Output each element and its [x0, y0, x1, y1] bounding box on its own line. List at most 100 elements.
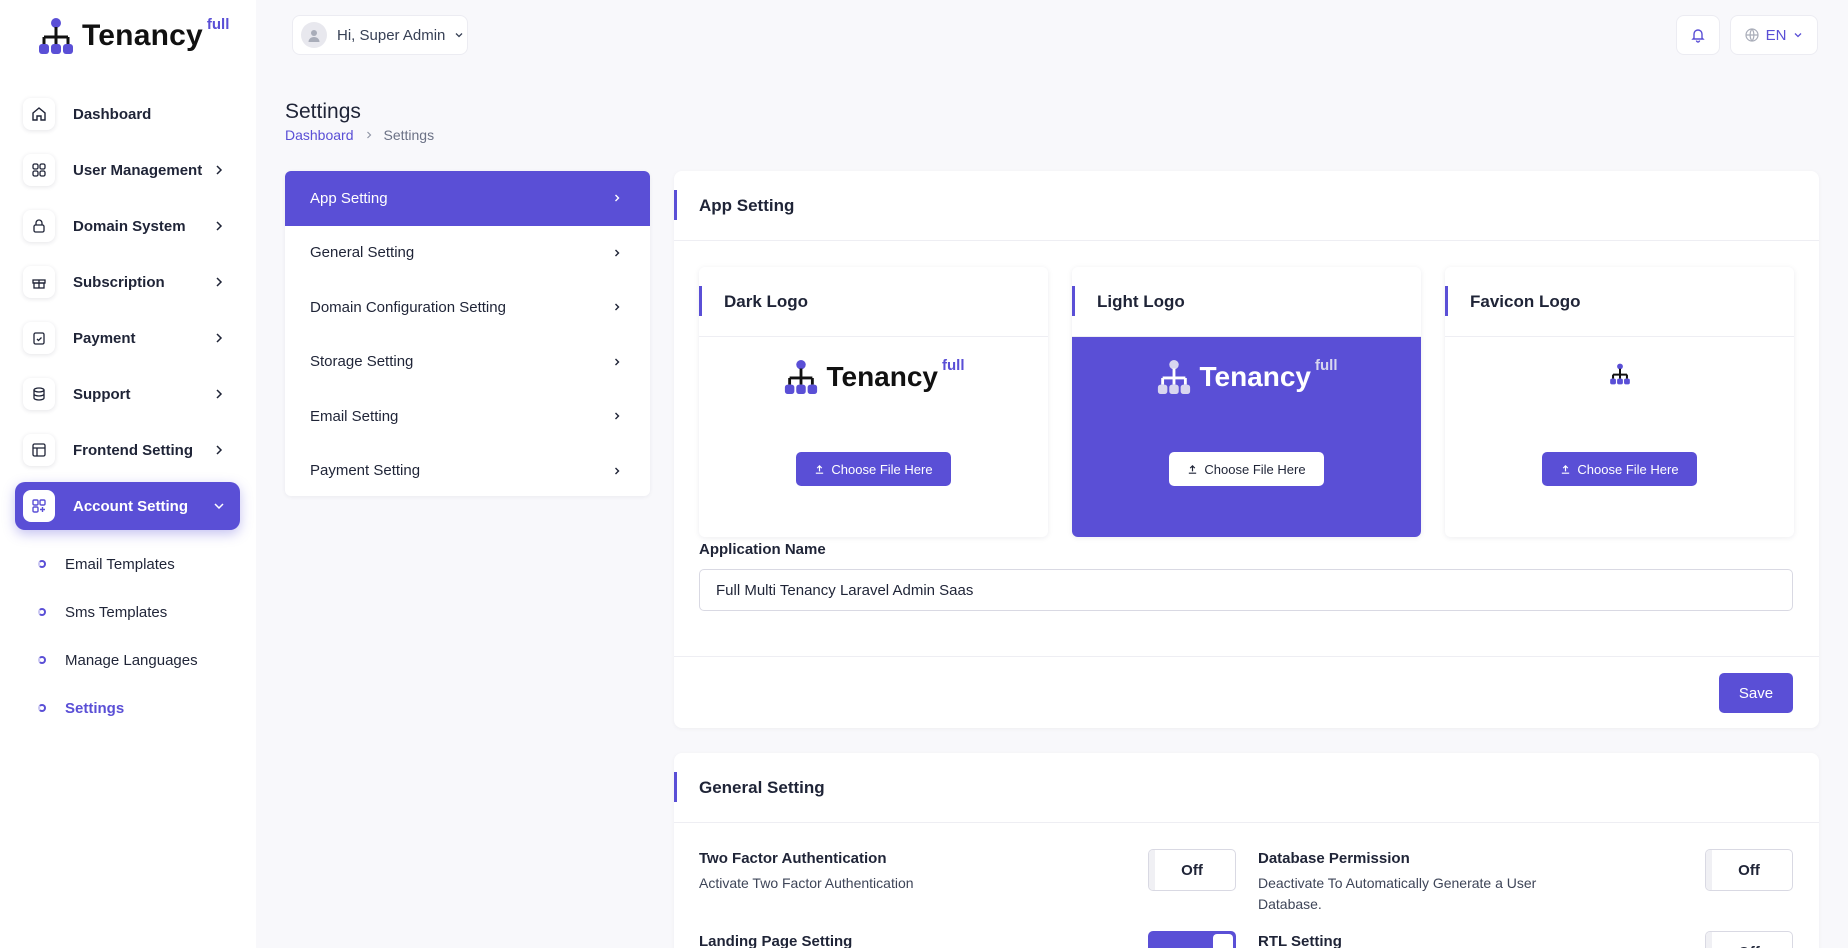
tenancy-logo-icon — [39, 18, 73, 54]
setting-row-rtl: RTL Setting — [1258, 933, 1588, 948]
dark-logo-sup: full — [942, 356, 965, 374]
settings-menu-label: App Setting — [310, 189, 388, 207]
settings-menu-storage-setting[interactable]: Storage Setting — [285, 335, 650, 390]
setting-row-two-factor: Two Factor Authentication Activate Two F… — [699, 850, 1119, 894]
chevron-down-icon — [455, 33, 463, 38]
submenu-item-settings[interactable]: Settings — [38, 684, 198, 732]
account-setting-submenu: Email Templates Sms Templates Manage Lan… — [38, 540, 198, 732]
rtl-toggle[interactable]: Off — [1705, 931, 1793, 948]
chevron-right-icon — [216, 333, 223, 343]
sidebar-item-payment[interactable]: Payment — [15, 314, 240, 362]
notifications-button[interactable] — [1676, 15, 1720, 55]
apps-add-icon — [23, 490, 55, 522]
bell-icon — [1691, 29, 1705, 43]
settings-menu-app-setting[interactable]: App Setting — [285, 171, 650, 226]
sidebar-item-label: Payment — [73, 329, 136, 347]
user-menu-button[interactable]: Hi, Super Admin — [292, 15, 468, 55]
sidebar-item-dashboard[interactable]: Dashboard — [15, 90, 240, 138]
bullet-icon — [38, 656, 46, 664]
gift-icon — [23, 266, 55, 298]
two-factor-toggle[interactable]: Off — [1148, 849, 1236, 891]
settings-menu-general-setting[interactable]: General Setting — [285, 226, 650, 281]
sidebar-item-account-setting[interactable]: Account Setting — [15, 482, 240, 530]
submenu-item-email-templates[interactable]: Email Templates — [38, 540, 198, 588]
sidebar-item-support[interactable]: Support — [15, 370, 240, 418]
submenu-item-manage-languages[interactable]: Manage Languages — [38, 636, 198, 684]
breadcrumb-link-dashboard[interactable]: Dashboard — [285, 127, 354, 143]
chevron-right-icon — [366, 131, 371, 139]
chevron-right-icon — [216, 221, 223, 231]
tenancy-logo-icon — [1158, 359, 1191, 395]
sidebar: Tenancy full Dashboard User Management D… — [0, 0, 256, 948]
breadcrumb-current: Settings — [383, 127, 435, 143]
chevron-right-icon — [216, 389, 223, 399]
general-setting-card: General Setting Two Factor Authenticatio… — [674, 753, 1819, 948]
chevron-down-icon — [1794, 33, 1802, 38]
breadcrumb: Dashboard Settings — [285, 127, 434, 143]
chevron-right-icon — [615, 358, 620, 366]
layout-icon — [23, 434, 55, 466]
favicon-logo-box: Favicon Logo Choose File Here — [1445, 267, 1794, 537]
upload-button-label: Choose File Here — [1204, 461, 1306, 477]
chevron-right-icon — [615, 412, 620, 420]
language-selector[interactable]: EN — [1730, 15, 1818, 55]
sidebar-item-label: Frontend Setting — [73, 441, 193, 459]
language-code: EN — [1765, 26, 1787, 44]
submenu-item-label: Settings — [65, 699, 125, 717]
favicon-upload-button[interactable]: Choose File Here — [1542, 452, 1697, 486]
sidebar-item-label: Domain System — [73, 217, 186, 235]
page-title: Settings — [285, 100, 361, 123]
setting-title: Landing Page Setting — [699, 933, 853, 948]
settings-menu-payment-setting[interactable]: Payment Setting — [285, 444, 650, 497]
settings-menu-label: General Setting — [310, 244, 415, 262]
tenancy-favicon-icon — [1609, 363, 1630, 385]
application-name-input[interactable]: Full Multi Tenancy Laravel Admin Saas — [699, 569, 1793, 611]
user-icon — [308, 30, 320, 42]
settings-menu-email-setting[interactable]: Email Setting — [285, 389, 650, 444]
app-setting-card: App Setting Dark Logo Tenancy full Choos… — [674, 171, 1819, 728]
chevron-right-icon — [615, 303, 620, 311]
sidebar-item-domain-system[interactable]: Domain System — [15, 202, 240, 250]
avatar — [301, 22, 327, 48]
dark-logo-preview: Tenancy full — [699, 356, 1048, 395]
sidebar-item-label: Subscription — [73, 273, 165, 291]
setting-title: Two Factor Authentication — [699, 850, 887, 867]
settings-menu-label: Storage Setting — [310, 353, 414, 371]
chevron-right-icon — [216, 277, 223, 287]
brand-name: Tenancy — [82, 19, 203, 52]
brand-logo[interactable]: Tenancy full — [36, 16, 229, 56]
sidebar-item-user-management[interactable]: User Management — [15, 146, 240, 194]
sidebar-item-frontend-setting[interactable]: Frontend Setting — [15, 426, 240, 474]
upload-icon — [816, 464, 824, 474]
dark-logo-upload-button[interactable]: Choose File Here — [796, 452, 951, 486]
dark-logo-title: Dark Logo — [699, 267, 1048, 337]
globe-icon — [1744, 28, 1759, 42]
dark-logo-box: Dark Logo Tenancy full Choose File Here — [699, 267, 1048, 537]
favicon-logo-title: Favicon Logo — [1445, 267, 1794, 337]
setting-row-landing-page: Landing Page Setting — [699, 933, 1119, 948]
card-header: General Setting — [674, 753, 1819, 823]
submenu-item-label: Manage Languages — [65, 651, 198, 669]
database-permission-toggle[interactable]: Off — [1705, 849, 1793, 891]
sidebar-item-label: Dashboard — [73, 105, 152, 123]
submenu-item-sms-templates[interactable]: Sms Templates — [38, 588, 198, 636]
application-name-label: Application Name — [699, 541, 826, 558]
settings-menu-domain-configuration[interactable]: Domain Configuration Setting — [285, 280, 650, 335]
light-logo-sup: full — [1315, 356, 1338, 374]
card-footer-divider — [674, 656, 1819, 657]
sidebar-item-label: Account Setting — [73, 497, 188, 515]
setting-description: Deactivate To Automatically Generate a U… — [1258, 875, 1537, 912]
toggle-state: Off — [1738, 861, 1760, 879]
user-greeting: Hi, Super Admin — [337, 26, 446, 44]
grid-icon — [23, 154, 55, 186]
upload-button-label: Choose File Here — [1577, 461, 1679, 477]
light-logo-upload-button[interactable]: Choose File Here — [1169, 452, 1324, 486]
landing-page-toggle[interactable] — [1148, 931, 1236, 948]
card-header: App Setting — [674, 171, 1819, 241]
bullet-icon — [38, 704, 46, 712]
brand-sup: full — [206, 15, 230, 33]
sidebar-item-subscription[interactable]: Subscription — [15, 258, 240, 306]
save-button[interactable]: Save — [1719, 673, 1793, 713]
bullet-icon — [38, 608, 46, 616]
submenu-item-label: Sms Templates — [65, 603, 168, 621]
